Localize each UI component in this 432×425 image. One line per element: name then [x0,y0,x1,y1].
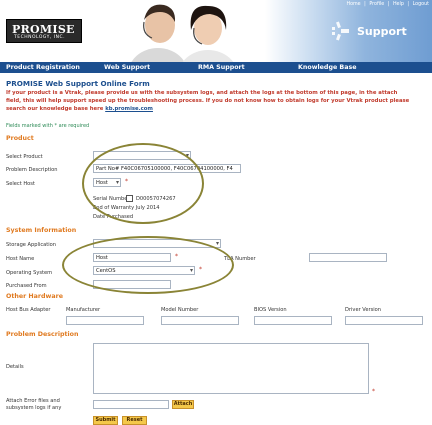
col-bios-version: BIOS Version [254,307,287,313]
driver-version-input[interactable] [345,316,423,325]
host-name-label: Host Name [6,256,35,262]
logout-link[interactable]: Logout [413,2,429,7]
required-note: Fields marked with * are required [6,123,90,129]
section-problem-description: Problem Description [6,331,79,338]
page-header: PROMISE TECHNOLOGY, INC. Home | Profile … [0,0,432,62]
section-product: Product [6,135,34,142]
intro-line-2: field, this will help support speed up t… [6,98,410,104]
reset-button[interactable]: Reset [122,416,147,425]
bios-version-input[interactable] [254,316,332,325]
storage-application-label: Storage Application [6,242,57,248]
main-nav: Product Registration Web Support RMA Sup… [0,62,432,73]
form-title: PROMISE Web Support Online Form [6,79,150,88]
nav-rma-support[interactable]: RMA Support [198,64,245,71]
section-other-hardware: Other Hardware [6,293,63,300]
tla-number-input[interactable] [309,253,387,262]
support-burst-icon [332,21,349,41]
support-title: Support [357,25,407,38]
highlight-circle [82,143,204,224]
model-number-input[interactable] [161,316,239,325]
promise-logo[interactable]: PROMISE TECHNOLOGY, INC. [6,19,82,43]
profile-link[interactable]: Profile [369,2,384,7]
attach-button[interactable]: Attach [172,400,194,409]
nav-product-registration[interactable]: Product Registration [6,64,80,71]
section-system-information: System Information [6,227,77,234]
select-product-label: Select Product [6,154,43,160]
purchased-from-label: Purchased From [6,283,47,289]
required-star: * [372,388,375,395]
details-textarea[interactable] [93,343,369,394]
col-model-number: Model Number [161,307,199,313]
col-driver-version: Driver Version [345,307,382,313]
support-banner: Home | Profile | Help | Logout Support [265,0,432,62]
intro-line-1: If your product is a Vtrak, please provi… [6,90,398,96]
intro-line-3: search our knowledge base here kb.promis… [6,106,153,112]
home-link[interactable]: Home [346,2,360,7]
details-label: Details [6,364,24,370]
submit-button[interactable]: Submit [93,416,118,425]
operating-system-label: Operating System [6,270,53,276]
kb-link[interactable]: kb.promise.com [105,106,153,112]
highlight-circle [62,236,234,294]
col-host-bus-adapter: Host Bus Adapter [6,307,51,313]
nav-web-support[interactable]: Web Support [104,64,150,71]
attach-label-line-1: Attach Error files and [6,398,60,404]
col-manufacturer: Manufacturer [66,307,101,313]
help-link[interactable]: Help [393,2,404,7]
top-links: Home | Profile | Help | Logout [346,2,429,7]
attach-file-input[interactable] [93,400,169,409]
select-host-label: Select Host [6,181,35,187]
support-agents-photo [131,4,234,62]
problem-description-label: Problem Description [6,167,58,173]
attach-label-line-2: subsystem logs if any [6,405,62,411]
nav-knowledge-base[interactable]: Knowledge Base [298,64,356,71]
manufacturer-input[interactable] [66,316,144,325]
